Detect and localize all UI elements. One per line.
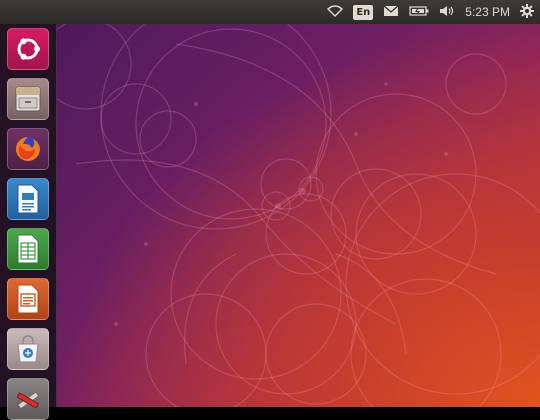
firefox-icon: [13, 134, 43, 164]
launcher: [0, 24, 57, 420]
desktop-wallpaper[interactable]: [56, 24, 540, 407]
launcher-item-ubuntu-software[interactable]: [7, 328, 49, 370]
mail-icon: [383, 5, 399, 20]
software-bag-icon: [13, 334, 43, 364]
launcher-item-libreoffice-impress[interactable]: [7, 278, 49, 320]
settings-gear-icon: [520, 3, 534, 21]
wallpaper-pattern: [56, 24, 540, 407]
volume-icon: [439, 5, 455, 20]
launcher-item-ubuntu-dash[interactable]: [7, 28, 49, 70]
session-indicator[interactable]: [520, 0, 534, 24]
keyboard-language-icon: En: [353, 4, 374, 20]
sound-indicator[interactable]: [439, 0, 455, 24]
battery-icon: [409, 5, 429, 20]
battery-indicator[interactable]: [409, 0, 429, 24]
clock: 5:23 PM: [465, 5, 510, 19]
launcher-item-firefox[interactable]: [7, 128, 49, 170]
ubuntu-logo-icon: [14, 35, 42, 63]
impress-icon: [14, 283, 42, 315]
network-indicator[interactable]: [327, 0, 344, 24]
messaging-indicator[interactable]: [383, 0, 399, 24]
launcher-item-files[interactable]: [7, 78, 49, 120]
launcher-item-system-settings[interactable]: [7, 378, 49, 420]
writer-icon: [14, 183, 42, 215]
top-panel: En 5:23 PM: [0, 0, 540, 24]
settings-tools-icon: [13, 384, 43, 414]
network-icon: [327, 4, 344, 20]
keyboard-language-indicator[interactable]: En: [353, 0, 374, 24]
calc-icon: [14, 233, 42, 265]
clock-indicator[interactable]: 5:23 PM: [465, 0, 510, 24]
file-cabinet-icon: [13, 84, 43, 114]
launcher-item-libreoffice-calc[interactable]: [7, 228, 49, 270]
launcher-item-libreoffice-writer[interactable]: [7, 178, 49, 220]
